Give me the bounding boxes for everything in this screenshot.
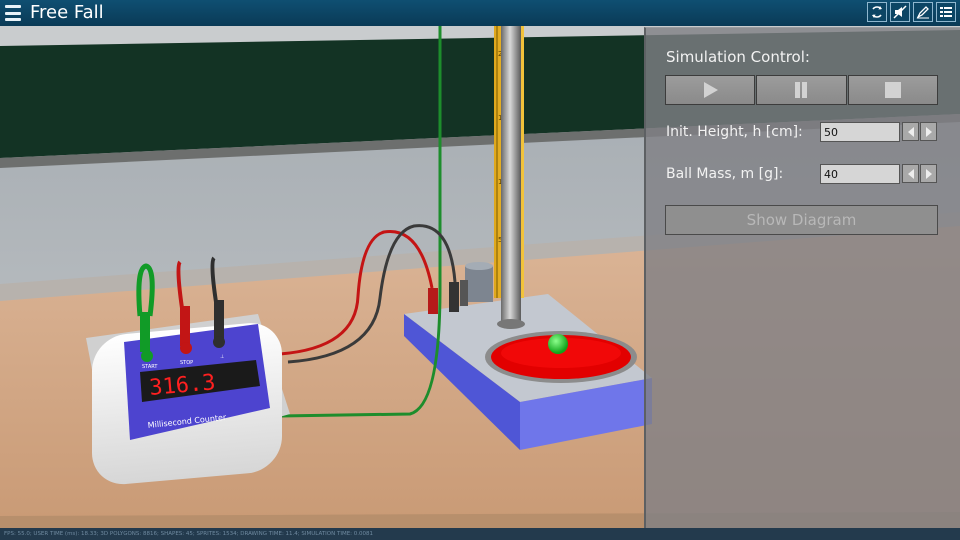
arrow-right-icon [925, 126, 932, 137]
arrow-left-icon [907, 168, 914, 179]
reset-icon[interactable] [867, 2, 887, 22]
app-title: Free Fall [30, 2, 104, 23]
play-icon [704, 82, 719, 98]
status-text: FPS: 55.0; USER TIME (ms): 18.33; 3D POL… [4, 531, 374, 537]
terminal-label-start: START [142, 364, 158, 370]
arrow-right-icon [925, 168, 932, 179]
terminal-label-ground: ⊥ [220, 354, 224, 360]
draw-icon[interactable] [913, 2, 933, 22]
height-label: Init. Height, h [cm]: [666, 124, 803, 140]
toolbar [867, 2, 956, 22]
title-bar: Free Fall [0, 0, 960, 27]
terminal-label-stop: STOP [180, 360, 193, 366]
stop-icon [884, 82, 901, 98]
mute-icon[interactable] [890, 2, 910, 22]
height-input[interactable] [820, 122, 900, 142]
settings-icon[interactable] [936, 2, 956, 22]
playback-controls [665, 75, 938, 105]
status-bar: FPS: 55.0; USER TIME (ms): 18.33; 3D POL… [0, 528, 960, 540]
stop-button[interactable] [847, 75, 938, 105]
play-button[interactable] [665, 75, 756, 105]
panel-title: Simulation Control: [666, 48, 810, 66]
mass-increase-button[interactable] [920, 164, 937, 183]
height-decrease-button[interactable] [902, 122, 919, 141]
simulation-control-panel: Simulation Control: Init. Height, h [cm]… [644, 27, 960, 528]
pause-button[interactable] [756, 75, 847, 105]
arrow-left-icon [907, 126, 914, 137]
mass-decrease-button[interactable] [902, 164, 919, 183]
mass-input[interactable] [820, 164, 900, 184]
menu-icon[interactable] [3, 3, 23, 23]
show-diagram-button[interactable]: Show Diagram [665, 205, 938, 235]
pause-icon [795, 82, 808, 98]
height-increase-button[interactable] [920, 122, 937, 141]
mass-label: Ball Mass, m [g]: [666, 166, 784, 182]
